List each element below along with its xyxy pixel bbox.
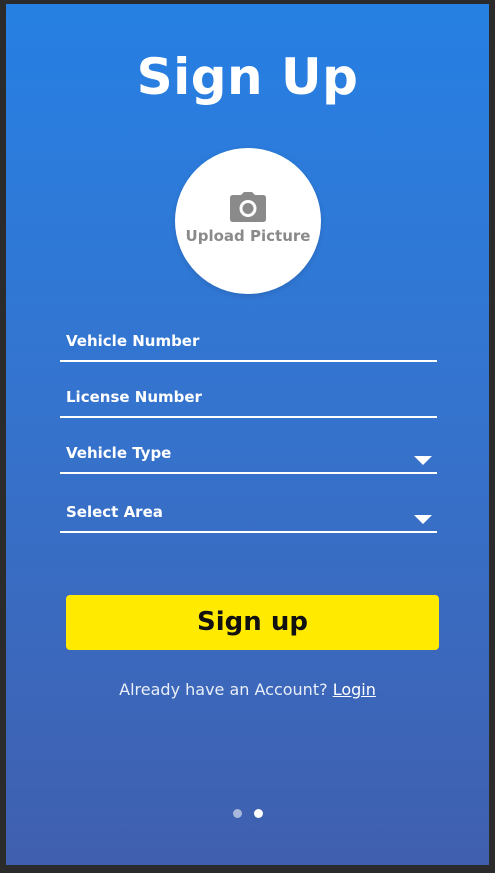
camera-icon [230, 192, 266, 222]
vehicle-number-field[interactable]: Vehicle Number [60, 326, 437, 362]
vehicle-type-label: Vehicle Type [66, 444, 172, 462]
select-area-label: Select Area [66, 503, 163, 521]
upload-picture-label: Upload Picture [185, 227, 311, 245]
vehicle-number-label: Vehicle Number [66, 332, 200, 350]
license-number-label: License Number [66, 388, 202, 406]
page-dot-1[interactable] [232, 809, 242, 818]
login-prompt: Already have an Account? Login [6, 680, 489, 699]
signup-button[interactable]: Sign up [66, 595, 439, 650]
page-indicator [6, 809, 489, 818]
signup-screen: Sign Up Upload Picture Vehicle Number Li… [6, 4, 489, 865]
login-link[interactable]: Login [333, 680, 376, 699]
page-title: Sign Up [136, 48, 359, 106]
chevron-down-icon [414, 515, 432, 524]
upload-picture-button[interactable]: Upload Picture [175, 148, 321, 294]
vehicle-type-select[interactable]: Vehicle Type [60, 438, 437, 474]
chevron-down-icon [414, 456, 432, 465]
page-dot-2[interactable] [253, 809, 263, 818]
select-area-select[interactable]: Select Area [60, 497, 437, 533]
license-number-field[interactable]: License Number [60, 382, 437, 418]
login-prompt-text: Already have an Account? [119, 680, 328, 699]
